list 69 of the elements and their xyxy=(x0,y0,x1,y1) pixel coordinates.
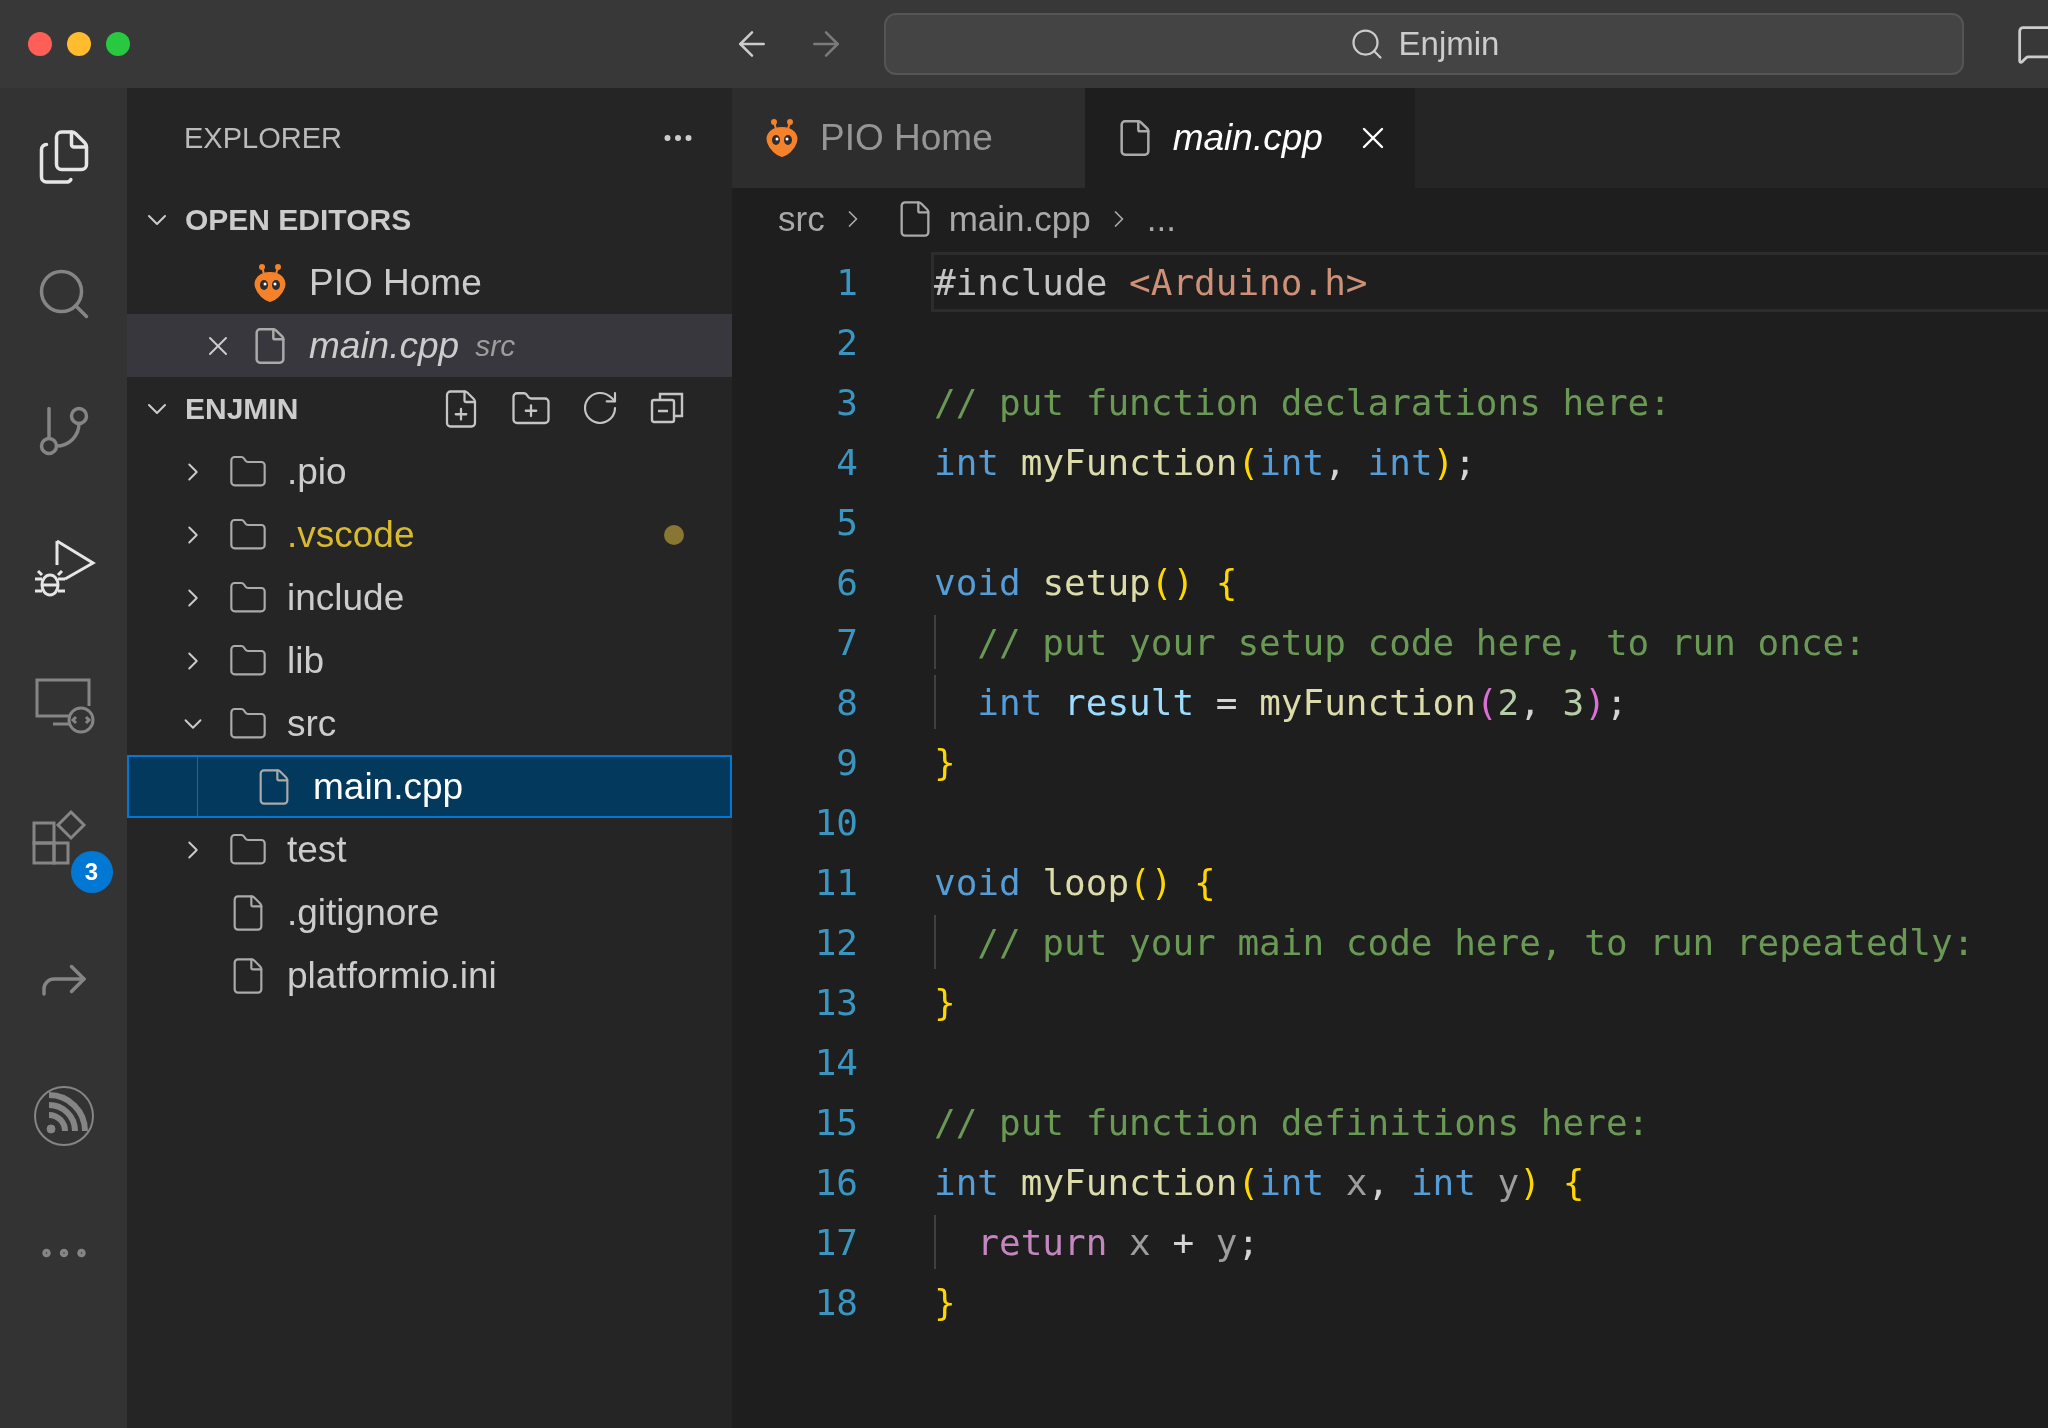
tree-item[interactable]: platformio.ini xyxy=(127,944,732,1007)
folder-name: .pio xyxy=(287,450,347,493)
file-name: platformio.ini xyxy=(287,954,497,997)
open-editor-item[interactable]: PIO Home xyxy=(127,251,732,314)
line-number: 10 xyxy=(813,801,858,843)
line-number: 2 xyxy=(835,321,858,363)
line-number: 12 xyxy=(813,921,858,963)
line-number: 4 xyxy=(835,441,858,483)
file-name: main.cpp xyxy=(313,765,464,808)
editor-name: main.cpp xyxy=(309,324,460,367)
code-line: void loop() { xyxy=(934,861,1216,903)
minimize-window-button[interactable] xyxy=(67,32,91,56)
tree-item[interactable]: test xyxy=(127,818,732,881)
folder-name: .vscode xyxy=(287,513,415,556)
folder-name: lib xyxy=(287,639,325,682)
code-line: int myFunction(int, int); xyxy=(934,441,1476,483)
open-editor-item[interactable]: main.cpp src xyxy=(127,314,732,377)
code-line: // put function definitions here: xyxy=(934,1101,1650,1143)
close-window-button[interactable] xyxy=(28,32,52,56)
code-line: } xyxy=(934,1281,956,1323)
code-line: int myFunction(int x, int y) { xyxy=(934,1161,1585,1203)
sidebar-title: EXPLORER xyxy=(184,121,342,155)
breadcrumb-item[interactable]: ... xyxy=(1146,199,1176,239)
line-number: 18 xyxy=(813,1281,858,1323)
line-number: 6 xyxy=(835,561,858,603)
line-number: 15 xyxy=(813,1101,858,1143)
code-line: int result = myFunction(2, 3); xyxy=(976,681,1628,723)
code-line: // put your setup code here, to run once: xyxy=(976,621,1866,663)
section-header[interactable]: OPEN EDITORS xyxy=(127,188,732,251)
line-number: 16 xyxy=(813,1161,858,1203)
modified-dot xyxy=(664,524,684,545)
line-number: 11 xyxy=(813,861,858,903)
tree-item[interactable]: .gitignore xyxy=(127,881,732,944)
file-name: .gitignore xyxy=(287,891,440,934)
line-number: 17 xyxy=(813,1221,858,1263)
folder-name: src xyxy=(287,702,337,745)
line-number: 13 xyxy=(813,981,858,1023)
editor-tab[interactable]: main.cpp xyxy=(1084,88,1415,188)
zoom-window-button[interactable] xyxy=(106,32,130,56)
tree-item[interactable]: .pio xyxy=(127,440,732,503)
code-line: return x + y; xyxy=(976,1221,1260,1263)
section-header[interactable]: ENJMIN xyxy=(127,377,732,440)
editor-folder: src xyxy=(475,328,516,363)
line-number: 9 xyxy=(835,741,858,783)
breadcrumb-item[interactable]: src xyxy=(778,199,825,239)
folder-name: test xyxy=(287,828,347,871)
editor-name: PIO Home xyxy=(309,261,482,304)
breadcrumb-item[interactable]: main.cpp xyxy=(948,199,1091,239)
folder-name: include xyxy=(287,576,405,619)
count-badge: 3 xyxy=(70,851,113,893)
code-line: } xyxy=(934,981,956,1023)
line-number: 5 xyxy=(835,501,858,543)
code-line: } xyxy=(934,741,956,783)
code-line: #include <Arduino.h> xyxy=(934,261,1368,303)
editor-tab[interactable]: PIO Home xyxy=(732,88,1085,188)
line-number: 1 xyxy=(835,261,858,303)
command-search-field[interactable]: Enjmin xyxy=(884,13,1964,75)
tree-item[interactable]: include xyxy=(127,566,732,629)
tree-item[interactable]: src xyxy=(127,692,732,755)
code-line: // put function declarations here: xyxy=(934,381,1671,423)
code-line: // put your main code here, to run repeatedly: xyxy=(976,921,1975,963)
tree-item[interactable]: .vscode xyxy=(127,503,732,566)
line-number: 14 xyxy=(813,1041,858,1083)
line-number: 8 xyxy=(835,681,858,723)
tree-item[interactable]: lib xyxy=(127,629,732,692)
line-number: 3 xyxy=(835,381,858,423)
code-line: void setup() { xyxy=(934,561,1238,603)
line-number: 7 xyxy=(835,621,858,663)
tree-item[interactable]: main.cpp xyxy=(127,755,732,818)
